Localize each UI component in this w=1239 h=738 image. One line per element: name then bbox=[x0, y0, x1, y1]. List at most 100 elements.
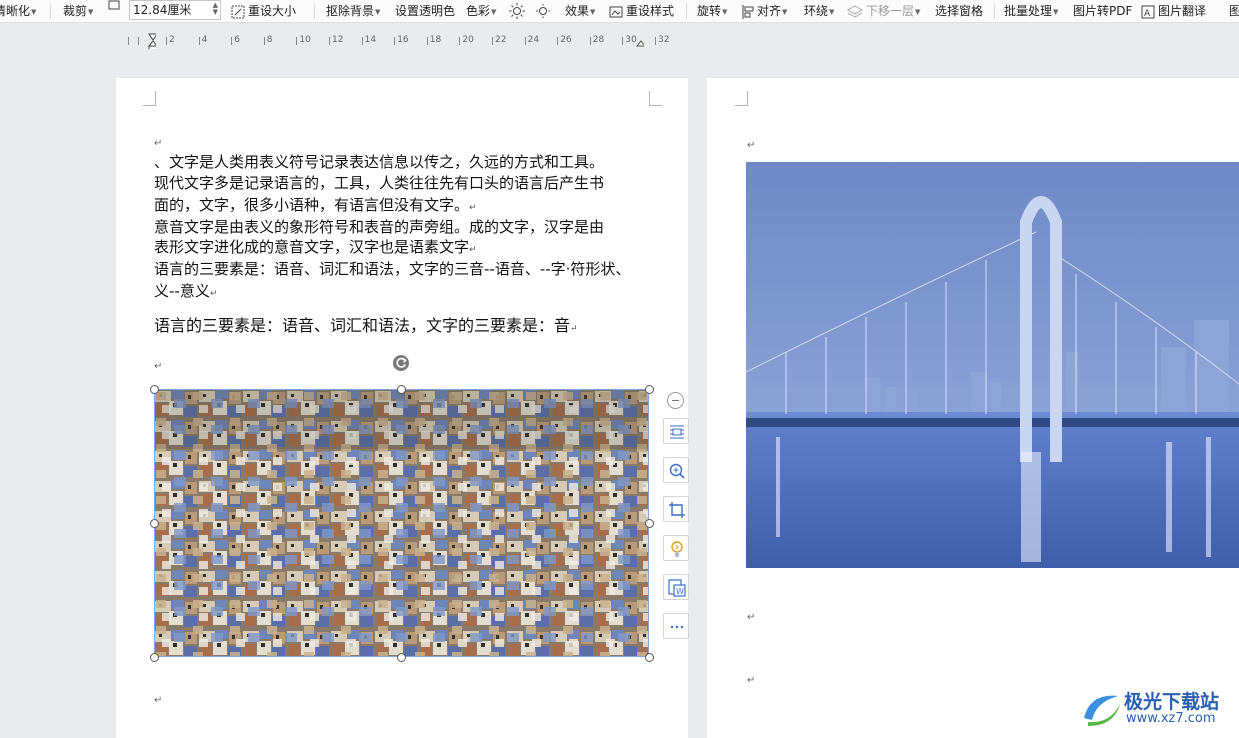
reset-style-button[interactable]: 重设样式 bbox=[609, 3, 674, 19]
ruler-label: 14 bbox=[364, 35, 377, 45]
translate-button[interactable]: A 图片翻译 bbox=[1141, 3, 1206, 19]
rotate-button[interactable]: 旋转▼ bbox=[697, 3, 727, 19]
ruler-tick bbox=[655, 37, 656, 45]
paragraph-mark: ↵ bbox=[570, 324, 578, 334]
batch-button[interactable]: 批量处理▼ bbox=[1004, 3, 1058, 19]
clear-label: 清晰化 bbox=[0, 4, 31, 18]
picture-toolbar: 清晰化▼ 裁剪▼ 12.84厘米 ▲ ▼ 重设大小 抠除背景▼ 设置透明色 色彩▼… bbox=[0, 0, 1239, 23]
city-rooftops-picture bbox=[154, 389, 649, 657]
set-transparent-button[interactable]: 设置透明色 bbox=[395, 3, 455, 19]
text-line-3[interactable]: 面的，文字，很多小语种，有语言但没有文字。↵ bbox=[154, 195, 477, 219]
ruler-label: 20 bbox=[462, 35, 474, 45]
ruler-tick bbox=[128, 37, 129, 45]
color-label: 色彩 bbox=[466, 4, 491, 18]
ruler-tick bbox=[138, 37, 139, 45]
minus-icon bbox=[672, 400, 679, 401]
collapse-button[interactable] bbox=[667, 392, 684, 409]
reset-style-icon bbox=[609, 6, 623, 17]
layers-icon bbox=[847, 4, 863, 18]
indent-marker[interactable] bbox=[148, 33, 156, 49]
text-line-6[interactable]: 语言的三要素是：语音、词汇和语法，文字的三音--语音、--字·符形状、 bbox=[154, 259, 630, 280]
lightbulb-icon bbox=[671, 541, 683, 557]
resize-handle-nw[interactable] bbox=[150, 385, 159, 394]
ruler-label: 4 bbox=[201, 35, 208, 45]
wrap-button[interactable]: 环绕▼ bbox=[804, 3, 834, 19]
ruler-label: 32 bbox=[658, 35, 670, 45]
to-pdf-button[interactable]: 图片转PDF bbox=[1073, 3, 1132, 19]
zoom-button[interactable] bbox=[663, 457, 689, 483]
reset-style-label: 重设样式 bbox=[626, 4, 675, 18]
more-button[interactable]: 图 bbox=[1229, 3, 1239, 19]
width-input[interactable]: 12.84厘米 ▲ ▼ bbox=[129, 0, 221, 20]
ruler-tick bbox=[394, 37, 396, 45]
crop-label: 裁剪 bbox=[63, 4, 88, 18]
bridge-image[interactable] bbox=[746, 162, 1239, 568]
align-button[interactable]: 对齐▼ bbox=[742, 3, 787, 19]
resize-handle-w[interactable] bbox=[150, 519, 159, 528]
text-line-serif[interactable]: 语言的三要素是：语音、词汇和语法，文字的三要素是：音↵ bbox=[154, 312, 578, 336]
toolbar-divider bbox=[994, 3, 995, 19]
smart-button[interactable] bbox=[663, 535, 689, 561]
ruler-tick bbox=[296, 37, 298, 45]
site-watermark: 极光下载站 www.xz7.com bbox=[1080, 688, 1230, 732]
ruler-label: 18 bbox=[429, 35, 442, 45]
remove-background-button[interactable]: 抠除背景▼ bbox=[326, 3, 380, 19]
more-options-button[interactable] bbox=[663, 613, 689, 639]
resize-handle-e[interactable] bbox=[645, 519, 654, 528]
ruler-tick bbox=[557, 37, 559, 45]
picture-to-word-button[interactable]: W bbox=[663, 574, 689, 600]
resize-handle-sw[interactable] bbox=[150, 653, 159, 662]
rotate-label: 旋转 bbox=[697, 4, 722, 18]
text-wrap-icon bbox=[670, 425, 684, 439]
more-icon bbox=[670, 625, 684, 629]
text-line-5[interactable]: 表形文字进化成的意音文字，汉字也是语素文字↵ bbox=[154, 237, 477, 261]
more-label: 图 bbox=[1229, 4, 1239, 18]
margin-mark bbox=[143, 91, 156, 106]
resize-handle-s[interactable] bbox=[397, 653, 406, 662]
effects-label: 效果 bbox=[565, 4, 590, 18]
text-line-4[interactable]: 意音文字是由表义的象形符号和表音的声旁组。成的文字，汉字是由 bbox=[154, 217, 604, 238]
selection-pane-button[interactable]: 选择窗格 bbox=[935, 3, 983, 19]
rotate-handle[interactable] bbox=[393, 355, 409, 371]
translate-icon: A bbox=[1141, 5, 1155, 19]
resize-handle-n[interactable] bbox=[397, 385, 406, 394]
text-line-7[interactable]: 义--意义↵ bbox=[154, 281, 217, 305]
ruler-label: 16 bbox=[397, 35, 409, 45]
wrap-label: 环绕 bbox=[804, 4, 829, 18]
ruler-label: 6 bbox=[234, 35, 240, 45]
reset-size-button[interactable]: 重设大小 bbox=[231, 3, 296, 19]
paragraph-mark: ↵ bbox=[154, 138, 163, 149]
send-backward-button[interactable]: 下移一层▼ bbox=[847, 3, 920, 19]
ruler-tick bbox=[622, 37, 624, 45]
text-line-serif-content: 语言的三要素是：语音、词汇和语法，文字的三要素是：音 bbox=[154, 316, 571, 335]
ruler-tick bbox=[492, 37, 493, 45]
ruler-label: 28 bbox=[592, 35, 605, 45]
ruler-label: 12 bbox=[332, 35, 344, 45]
resize-handle-se[interactable] bbox=[645, 653, 654, 662]
resize-handle-ne[interactable] bbox=[645, 385, 654, 394]
text-line-2[interactable]: 现代文字多是记录语言的，工具，人类往往先有口头的语言后产生书 bbox=[154, 173, 604, 194]
ruler-tick bbox=[329, 37, 330, 45]
text-line-1[interactable]: 、文字是人类用表义符号记录表达信息以传之，久远的方式和工具。 bbox=[154, 152, 604, 173]
to-pdf-label: 图片转PDF bbox=[1073, 4, 1133, 18]
crop-button[interactable]: 裁剪▼ bbox=[63, 3, 93, 19]
brightness-up-button[interactable] bbox=[509, 3, 525, 19]
set-transparent-label: 设置透明色 bbox=[395, 4, 456, 18]
clear-button[interactable]: 清晰化▼ bbox=[0, 3, 36, 19]
brightness-down-button[interactable] bbox=[535, 3, 551, 19]
layout-options-button[interactable] bbox=[663, 418, 689, 444]
city-rooftops-image[interactable] bbox=[154, 389, 649, 657]
watermark-title: 极光下载站 bbox=[1124, 691, 1220, 713]
width-spinner[interactable]: ▲ ▼ bbox=[213, 2, 218, 16]
ruler-tick bbox=[231, 37, 233, 45]
word-icon: W bbox=[668, 579, 686, 597]
crop-float-button[interactable] bbox=[663, 496, 689, 522]
right-indent-marker[interactable] bbox=[636, 33, 644, 49]
color-button[interactable]: 色彩▼ bbox=[466, 3, 496, 19]
effects-button[interactable]: 效果▼ bbox=[565, 3, 595, 19]
brightness-up-icon bbox=[509, 3, 525, 19]
ruler-label: 2 bbox=[169, 35, 175, 45]
ruler-label: 24 bbox=[527, 35, 540, 45]
translate-label: 图片翻译 bbox=[1158, 4, 1207, 18]
svg-text:W: W bbox=[676, 587, 684, 596]
